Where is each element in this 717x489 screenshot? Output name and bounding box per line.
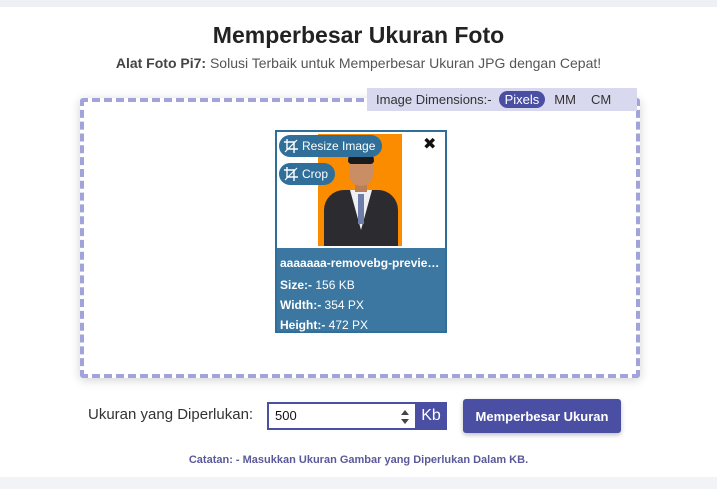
image-card: Resize Image Crop ✖ aaaaaaa-removebg-pre… [275,130,447,333]
subtitle-brand: Alat Foto Pi7: [115,55,207,71]
note-text: Catatan: - Masukkan Ukuran Gambar yang D… [188,454,529,466]
enlarge-size-button[interactable]: Memperbesar Ukuran [463,399,621,433]
resize-image-button[interactable]: Resize Image [279,135,383,157]
spinner-icon[interactable] [399,408,411,426]
image-info: aaaaaaa-removebg-preview.jpg Size:- 156 … [277,248,445,332]
crop-label: Crop [302,167,329,181]
resize-image-label: Resize Image [302,139,376,153]
image-preview-area: Resize Image Crop ✖ [277,132,445,248]
crop-icon [284,167,298,181]
dimension-option-mm[interactable]: MM [548,91,582,108]
crop-icon [284,139,298,153]
page-title: Memperbesar Ukuran Foto [212,22,505,48]
size-info: Size:- 156 KB [280,278,355,292]
size-input[interactable] [269,404,395,426]
file-name: aaaaaaa-removebg-preview.jpg [280,256,442,270]
top-strip [0,0,717,7]
height-info: Height:- 472 PX [280,318,369,332]
image-dimensions-selector: Image Dimensions:- Pixels MM CM [367,88,637,111]
bottom-strip [0,477,717,489]
dimension-option-pixels[interactable]: Pixels [498,91,546,108]
page-subtitle: Alat Foto Pi7: Solusi Terbaik untuk Memp… [0,55,717,71]
required-size-label: Ukuran yang Diperlukan: [88,406,254,423]
dimension-option-cm[interactable]: CM [585,91,617,108]
unit-label: Kb [415,402,447,430]
close-icon[interactable]: ✖ [423,134,436,154]
size-input-wrapper [267,402,415,430]
subtitle-text: Solusi Terbaik untuk Memperbesar Ukuran … [206,55,602,71]
crop-button[interactable]: Crop [279,163,336,185]
dimensions-label: Image Dimensions:- [376,92,492,107]
width-info: Width:- 354 PX [280,298,364,312]
